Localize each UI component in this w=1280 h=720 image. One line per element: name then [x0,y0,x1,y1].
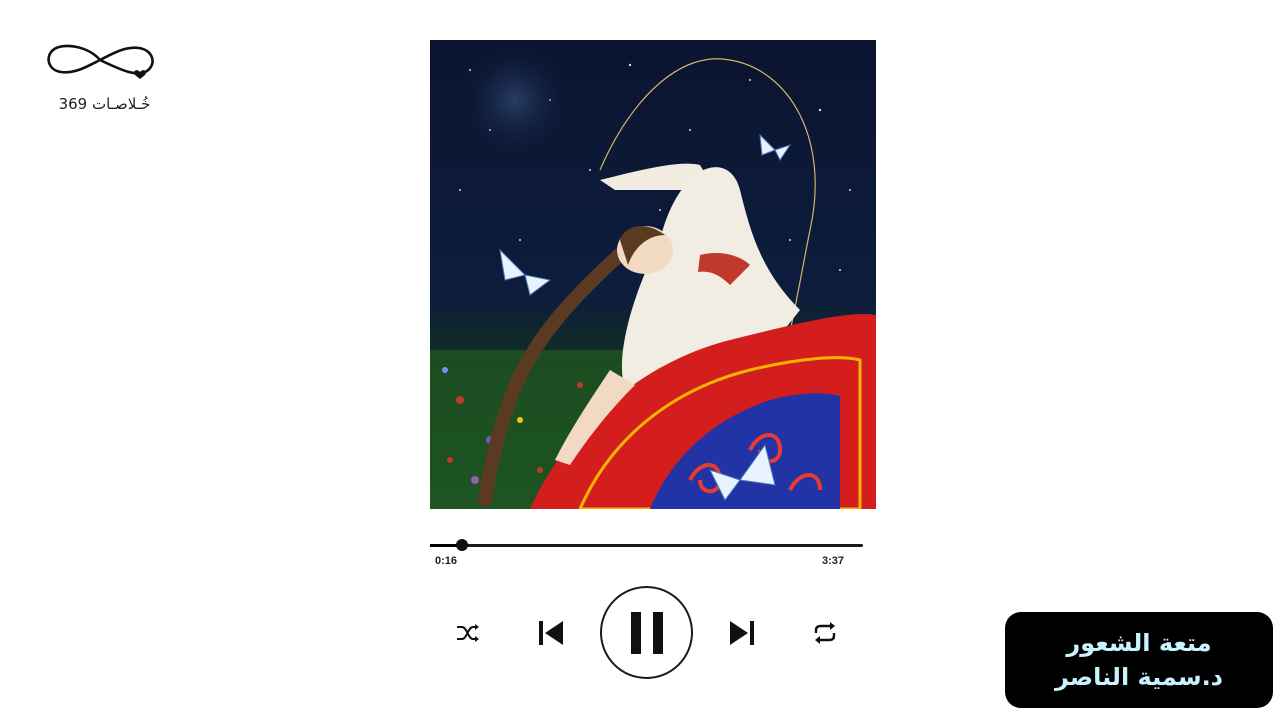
shuffle-button[interactable] [452,618,484,648]
elapsed-time: 0:16 [435,555,458,567]
play-pause-button[interactable] [600,586,693,679]
skip-next-icon [730,621,754,645]
next-button[interactable] [724,613,760,653]
progress-scrubber[interactable] [456,539,469,551]
shuffle-icon [457,624,479,642]
logo-text: خُـلاصـات 369 [58,95,151,113]
previous-button[interactable] [533,613,569,653]
skip-previous-icon [539,621,563,645]
track-author: د.سمية الناصر [1055,663,1223,691]
pause-icon [630,611,663,654]
repeat-button[interactable] [808,617,842,649]
album-art [430,40,876,509]
music-player-screen: خُـلاصـات 369 0:16 3:37 متعة الشعور د.سم… [0,0,1280,720]
caption-box: متعة الشعور د.سمية الناصر [1005,612,1273,708]
repeat-icon [814,622,836,644]
track-title: متعة الشعور [1066,629,1212,657]
progress-bar[interactable] [430,539,863,551]
infinity-heart-icon [47,44,154,79]
total-time: 3:37 [822,555,845,567]
brand-logo: خُـلاصـات 369 [38,38,168,118]
